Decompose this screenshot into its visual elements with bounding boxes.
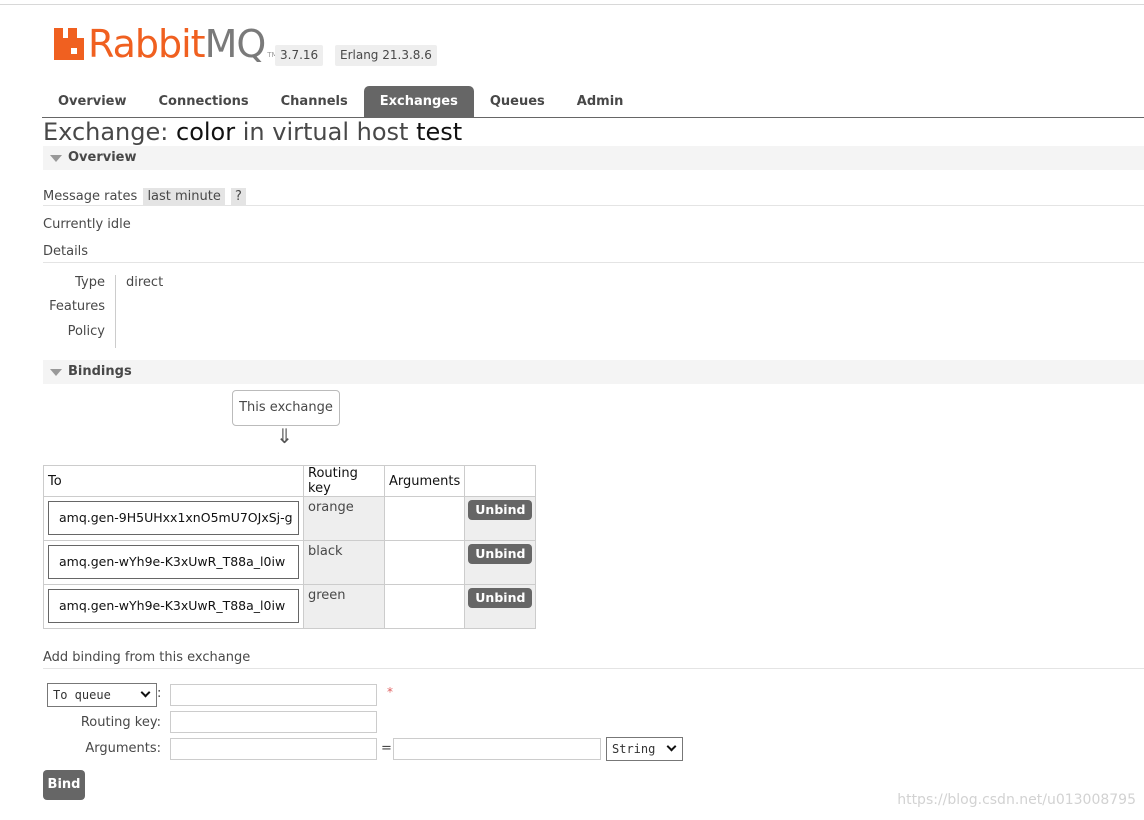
exchange-name: color xyxy=(176,118,236,146)
arguments-cell xyxy=(383,540,466,585)
detail-key-policy: Policy xyxy=(67,324,105,339)
message-rates-row: Message rates last minute ? xyxy=(43,188,246,206)
details-label: Details xyxy=(43,244,89,259)
details-divider xyxy=(115,275,116,348)
queue-link[interactable]: amq.gen-wYh9e-K3xUwR_T88a_l0iw xyxy=(48,589,299,623)
tab-channels[interactable]: Channels xyxy=(265,86,364,117)
detail-value-type: direct xyxy=(126,275,164,290)
main-nav-tabs: Overview Connections Channels Exchanges … xyxy=(42,86,639,117)
argument-key-input[interactable] xyxy=(170,738,377,760)
bind-button[interactable]: Bind xyxy=(43,770,85,800)
column-header-routing-key: Routing key xyxy=(303,465,385,497)
destination-type-select[interactable]: To queue xyxy=(47,683,157,707)
vhost-name: test xyxy=(416,118,463,146)
queue-link[interactable]: amq.gen-9H5UHxx1xnO5mU7OJxSj-g xyxy=(48,501,299,535)
required-mark: * xyxy=(387,685,393,699)
this-exchange-box: This exchange xyxy=(232,390,340,426)
colon-label: : xyxy=(157,686,162,701)
tab-connections[interactable]: Connections xyxy=(143,86,265,117)
help-button[interactable]: ? xyxy=(231,188,246,206)
overview-section-header[interactable]: Overview xyxy=(43,146,1144,170)
divider xyxy=(43,262,1144,263)
unbind-button[interactable]: Unbind xyxy=(468,588,533,608)
page-title: Exchange: color in virtual host test xyxy=(43,118,463,146)
table-row: amq.gen-wYh9e-K3xUwR_T88a_l0iw green Unb… xyxy=(43,584,537,629)
chevron-down-icon xyxy=(666,741,677,752)
status-text: Currently idle xyxy=(43,217,131,232)
equals-label: = xyxy=(381,741,392,756)
bindings-table: To Routing key Arguments amq.gen-9H5UHxx… xyxy=(43,465,537,629)
bindings-section-header[interactable]: Bindings xyxy=(43,360,1144,384)
routing-key-cell: orange xyxy=(303,496,385,541)
column-header-arguments: Arguments xyxy=(383,465,466,497)
version-badge: 3.7.16 xyxy=(275,45,324,66)
collapse-triangle-icon xyxy=(50,369,62,376)
logo-text: RabbitMQ xyxy=(88,22,266,66)
down-arrow-icon: ⇓ xyxy=(276,424,293,448)
rabbit-logo-icon xyxy=(54,28,84,60)
arguments-cell xyxy=(383,496,466,541)
argument-value-input[interactable] xyxy=(393,738,601,760)
detail-key-features: Features xyxy=(49,299,105,314)
rates-range-selector[interactable]: last minute xyxy=(143,188,225,206)
arguments-cell xyxy=(383,584,466,629)
watermark: https://blog.csdn.net/u013008795 xyxy=(897,792,1136,808)
table-row: amq.gen-wYh9e-K3xUwR_T88a_l0iw black Unb… xyxy=(43,540,537,585)
top-border xyxy=(0,4,1144,5)
routing-key-input[interactable] xyxy=(170,711,377,733)
chevron-down-icon xyxy=(140,687,151,698)
unbind-button[interactable]: Unbind xyxy=(468,544,533,564)
table-row: amq.gen-9H5UHxx1xnO5mU7OJxSj-g orange Un… xyxy=(43,496,537,541)
routing-key-cell: green xyxy=(303,584,385,629)
arguments-label: Arguments: xyxy=(85,741,161,756)
queue-link[interactable]: amq.gen-wYh9e-K3xUwR_T88a_l0iw xyxy=(48,545,299,579)
divider xyxy=(43,668,1144,669)
destination-input[interactable] xyxy=(170,684,377,706)
unbind-button[interactable]: Unbind xyxy=(468,500,533,520)
column-header-action xyxy=(464,465,537,497)
tab-admin[interactable]: Admin xyxy=(561,86,640,117)
routing-key-label: Routing key: xyxy=(80,715,161,730)
erlang-version-badge: Erlang 21.3.8.6 xyxy=(335,45,437,66)
divider xyxy=(43,205,1144,206)
detail-key-type: Type xyxy=(75,275,105,290)
tab-exchanges[interactable]: Exchanges xyxy=(363,86,474,117)
rabbitmq-logo[interactable]: RabbitMQ TM xyxy=(54,25,278,63)
collapse-triangle-icon xyxy=(50,155,62,162)
argument-type-select[interactable]: String xyxy=(606,737,683,761)
add-binding-heading: Add binding from this exchange xyxy=(43,650,251,665)
tab-overview[interactable]: Overview xyxy=(42,86,143,117)
routing-key-cell: black xyxy=(303,540,385,585)
tab-queues[interactable]: Queues xyxy=(474,86,561,117)
column-header-to: To xyxy=(43,465,304,497)
